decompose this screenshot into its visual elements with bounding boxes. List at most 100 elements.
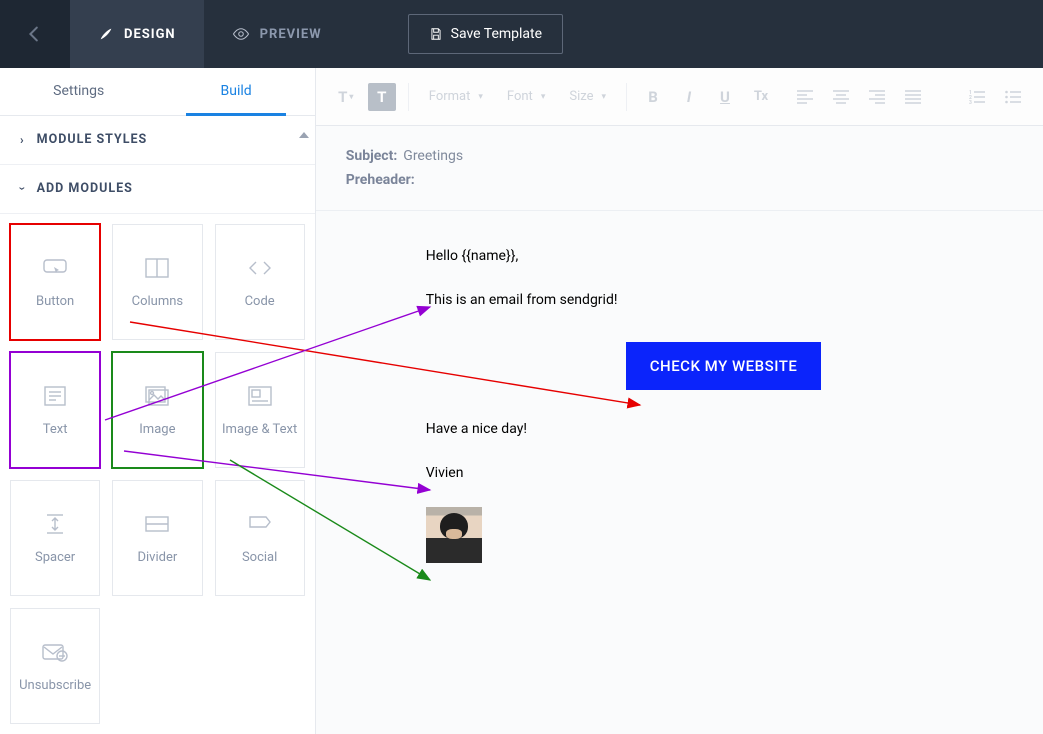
columns-icon — [144, 256, 170, 280]
section-module-styles-label: MODULE STYLES — [37, 132, 148, 147]
tab-preview-label: PREVIEW — [260, 27, 322, 42]
align-center-icon — [833, 90, 849, 104]
email-line-greeting: Hello {{name}}, — [426, 245, 1003, 267]
sidebar-tab-build-label: Build — [221, 83, 252, 99]
chevron-right-icon: › — [20, 133, 25, 147]
section-add-modules[interactable]: › ADD MODULES — [0, 165, 315, 214]
caret-down-icon: ▾ — [601, 92, 606, 102]
image-text-icon — [247, 384, 273, 408]
tool-text-color-glyph: T — [338, 88, 347, 106]
section-add-modules-label: ADD MODULES — [37, 181, 133, 196]
modules-grid: Button Columns Code Text Image Image & T… — [0, 214, 315, 734]
tab-design-label: DESIGN — [124, 27, 176, 42]
align-left-icon — [797, 90, 813, 104]
meta-preheader[interactable]: Preheader: — [346, 172, 1013, 188]
sidebar-tab-build[interactable]: Build — [157, 68, 314, 115]
module-code[interactable]: Code — [215, 224, 305, 340]
sidebar-tab-settings-label: Settings — [53, 83, 104, 99]
clear-format-label: Tx — [754, 89, 768, 104]
spacer-icon — [42, 512, 68, 536]
align-justify-icon — [905, 90, 921, 104]
dropdown-font-label: Font — [507, 89, 533, 104]
caret-down-icon: ▾ — [478, 92, 483, 102]
module-columns[interactable]: Columns — [112, 224, 202, 340]
tool-unordered-list[interactable] — [999, 83, 1027, 111]
tool-clear-format[interactable]: Tx — [747, 83, 775, 111]
subject-label: Subject: — [346, 148, 398, 164]
editor-pane: T▾ T Format▾ Font▾ Size▾ B I U Tx 123 Su… — [316, 68, 1043, 734]
align-right-icon — [869, 90, 885, 104]
meta-subject[interactable]: Subject: Greetings — [346, 148, 1013, 164]
save-template-button[interactable]: Save Template — [408, 14, 563, 54]
module-columns-label: Columns — [132, 294, 184, 309]
caret-down-icon: ▾ — [541, 92, 546, 102]
tool-align-justify[interactable] — [899, 83, 927, 111]
caret-down-icon: ▾ — [349, 92, 353, 101]
subject-value: Greetings — [403, 148, 463, 164]
module-code-label: Code — [245, 294, 275, 309]
save-template-label: Save Template — [451, 26, 542, 42]
dropdown-font[interactable]: Font ▾ — [499, 89, 553, 104]
module-unsubscribe[interactable]: Unsubscribe — [10, 608, 100, 724]
underline-label: U — [720, 88, 730, 106]
tab-design[interactable]: DESIGN — [70, 0, 204, 68]
module-spacer[interactable]: Spacer — [10, 480, 100, 596]
dropdown-format-label: Format — [429, 89, 471, 104]
module-text[interactable]: Text — [10, 352, 100, 468]
module-social-label: Social — [242, 550, 277, 565]
section-module-styles[interactable]: › MODULE STYLES — [0, 116, 315, 165]
preheader-label: Preheader: — [346, 172, 415, 188]
image-icon — [144, 384, 170, 408]
arrow-left-icon — [24, 23, 46, 45]
module-unsubscribe-label: Unsubscribe — [19, 678, 91, 693]
toolbar-separator — [408, 83, 409, 111]
sidebar: Settings Build › MODULE STYLES › ADD MOD… — [0, 68, 316, 734]
module-divider-label: Divider — [137, 550, 177, 565]
tool-text-bg-glyph: T — [377, 88, 386, 106]
button-icon — [42, 256, 68, 280]
tool-ordered-list[interactable]: 123 — [963, 83, 991, 111]
cta-button[interactable]: CHECK MY WEBSITE — [626, 342, 822, 390]
social-icon — [247, 512, 273, 536]
back-button[interactable] — [0, 0, 70, 68]
module-social[interactable]: Social — [215, 480, 305, 596]
sidebar-tabs: Settings Build — [0, 68, 315, 116]
italic-label: I — [687, 88, 691, 106]
module-button[interactable]: Button — [10, 224, 100, 340]
save-icon — [429, 27, 443, 41]
ordered-list-icon: 123 — [969, 90, 985, 104]
tab-preview[interactable]: PREVIEW — [204, 0, 350, 68]
scroll-up-indicator — [299, 132, 309, 138]
tool-text-bg[interactable]: T — [368, 83, 396, 111]
dropdown-format[interactable]: Format ▾ — [421, 89, 491, 104]
tool-align-right[interactable] — [863, 83, 891, 111]
tool-align-center[interactable] — [827, 83, 855, 111]
tool-underline[interactable]: U — [711, 83, 739, 111]
tool-italic[interactable]: I — [675, 83, 703, 111]
text-toolbar: T▾ T Format▾ Font▾ Size▾ B I U Tx 123 — [316, 68, 1043, 126]
email-signature: Vivien — [426, 462, 1003, 484]
tool-text-color[interactable]: T▾ — [332, 83, 360, 111]
divider-icon — [144, 512, 170, 536]
unsubscribe-icon — [42, 640, 68, 664]
email-line-intro: This is an email from sendgrid! — [426, 289, 1003, 311]
dropdown-size-label: Size — [569, 89, 593, 104]
top-bar: DESIGN PREVIEW Save Template — [0, 0, 1043, 68]
svg-text:3: 3 — [969, 100, 972, 104]
module-image-text[interactable]: Image & Text — [215, 352, 305, 468]
editor-canvas[interactable]: Subject: Greetings Preheader: Hello {{na… — [316, 126, 1043, 734]
main-area: Settings Build › MODULE STYLES › ADD MOD… — [0, 68, 1043, 734]
module-image-text-label: Image & Text — [222, 422, 297, 437]
module-text-label: Text — [43, 422, 68, 437]
module-divider[interactable]: Divider — [112, 480, 202, 596]
sidebar-tab-settings[interactable]: Settings — [0, 68, 157, 115]
email-line-closing: Have a nice day! — [426, 418, 1003, 440]
tool-align-left[interactable] — [791, 83, 819, 111]
toolbar-separator — [626, 83, 627, 111]
bold-label: B — [648, 88, 658, 106]
email-body[interactable]: Hello {{name}}, This is an email from se… — [346, 211, 1013, 573]
module-image[interactable]: Image — [112, 352, 202, 468]
tool-bold[interactable]: B — [639, 83, 667, 111]
module-button-label: Button — [36, 294, 74, 309]
dropdown-size[interactable]: Size ▾ — [561, 89, 614, 104]
